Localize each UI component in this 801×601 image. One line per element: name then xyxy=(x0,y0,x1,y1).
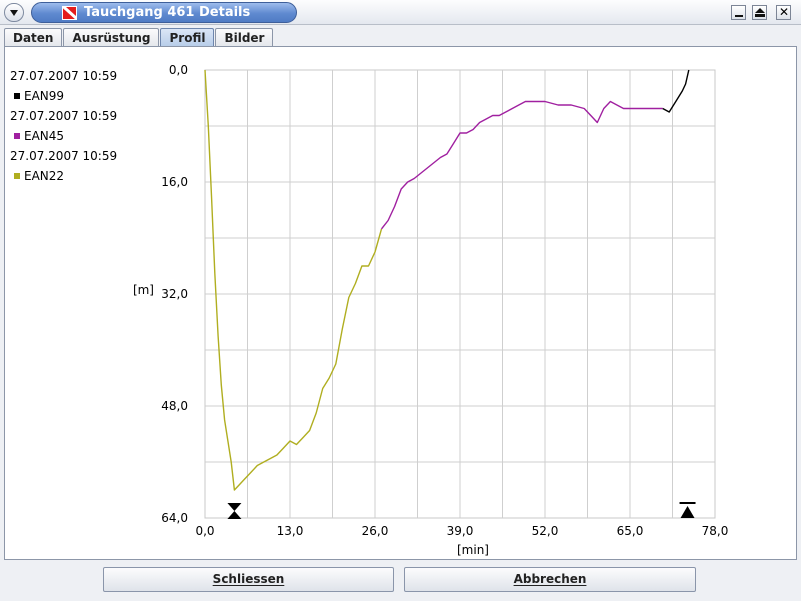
chevron-down-icon xyxy=(10,10,18,16)
window-menu-button[interactable] xyxy=(4,3,24,22)
close-window-button[interactable]: ✕ xyxy=(776,5,791,20)
legend-gas-label: EAN22 xyxy=(24,169,65,183)
legend-time: 27.07.2007 10:59 xyxy=(10,109,118,123)
title-pill: Tauchgang 461 Details xyxy=(31,2,297,23)
legend-entry: EAN45 xyxy=(10,126,117,146)
button-bar: Schliessen Abbrechen xyxy=(0,561,801,601)
cancel-button[interactable]: Abbrechen xyxy=(404,567,696,592)
legend-gas-label: EAN45 xyxy=(24,129,65,143)
tab-bar: Daten Ausrüstung Profil Bilder xyxy=(4,28,274,47)
tab-bilder[interactable]: Bilder xyxy=(215,28,274,47)
minimize-icon xyxy=(735,15,743,17)
close-button[interactable]: Schliessen xyxy=(103,567,394,592)
legend-swatch xyxy=(14,133,20,139)
legend-swatch xyxy=(14,93,20,99)
minimize-button[interactable] xyxy=(731,5,746,20)
legend-gas-label: EAN99 xyxy=(24,89,65,103)
tab-daten[interactable]: Daten xyxy=(4,28,63,47)
legend-swatch xyxy=(14,173,20,179)
maximize-icon xyxy=(755,8,765,13)
maximize-button[interactable] xyxy=(752,5,767,20)
window-title: Tauchgang 461 Details xyxy=(84,5,251,20)
legend-entry: EAN22 xyxy=(10,166,117,186)
close-icon: ✕ xyxy=(779,5,790,19)
legend-time: 27.07.2007 10:59 xyxy=(10,149,118,163)
legend-entry: EAN99 xyxy=(10,86,117,106)
legend-time: 27.07.2007 10:59 xyxy=(10,69,118,83)
title-bar: Tauchgang 461 Details ✕ xyxy=(0,0,801,25)
tab-ausruestung[interactable]: Ausrüstung xyxy=(63,28,160,47)
tab-profil[interactable]: Profil xyxy=(160,28,215,47)
profile-panel xyxy=(4,46,797,560)
dive-flag-icon xyxy=(62,6,77,20)
gas-legend: 27.07.2007 10:59 EAN99 27.07.2007 10:59 … xyxy=(10,66,117,186)
